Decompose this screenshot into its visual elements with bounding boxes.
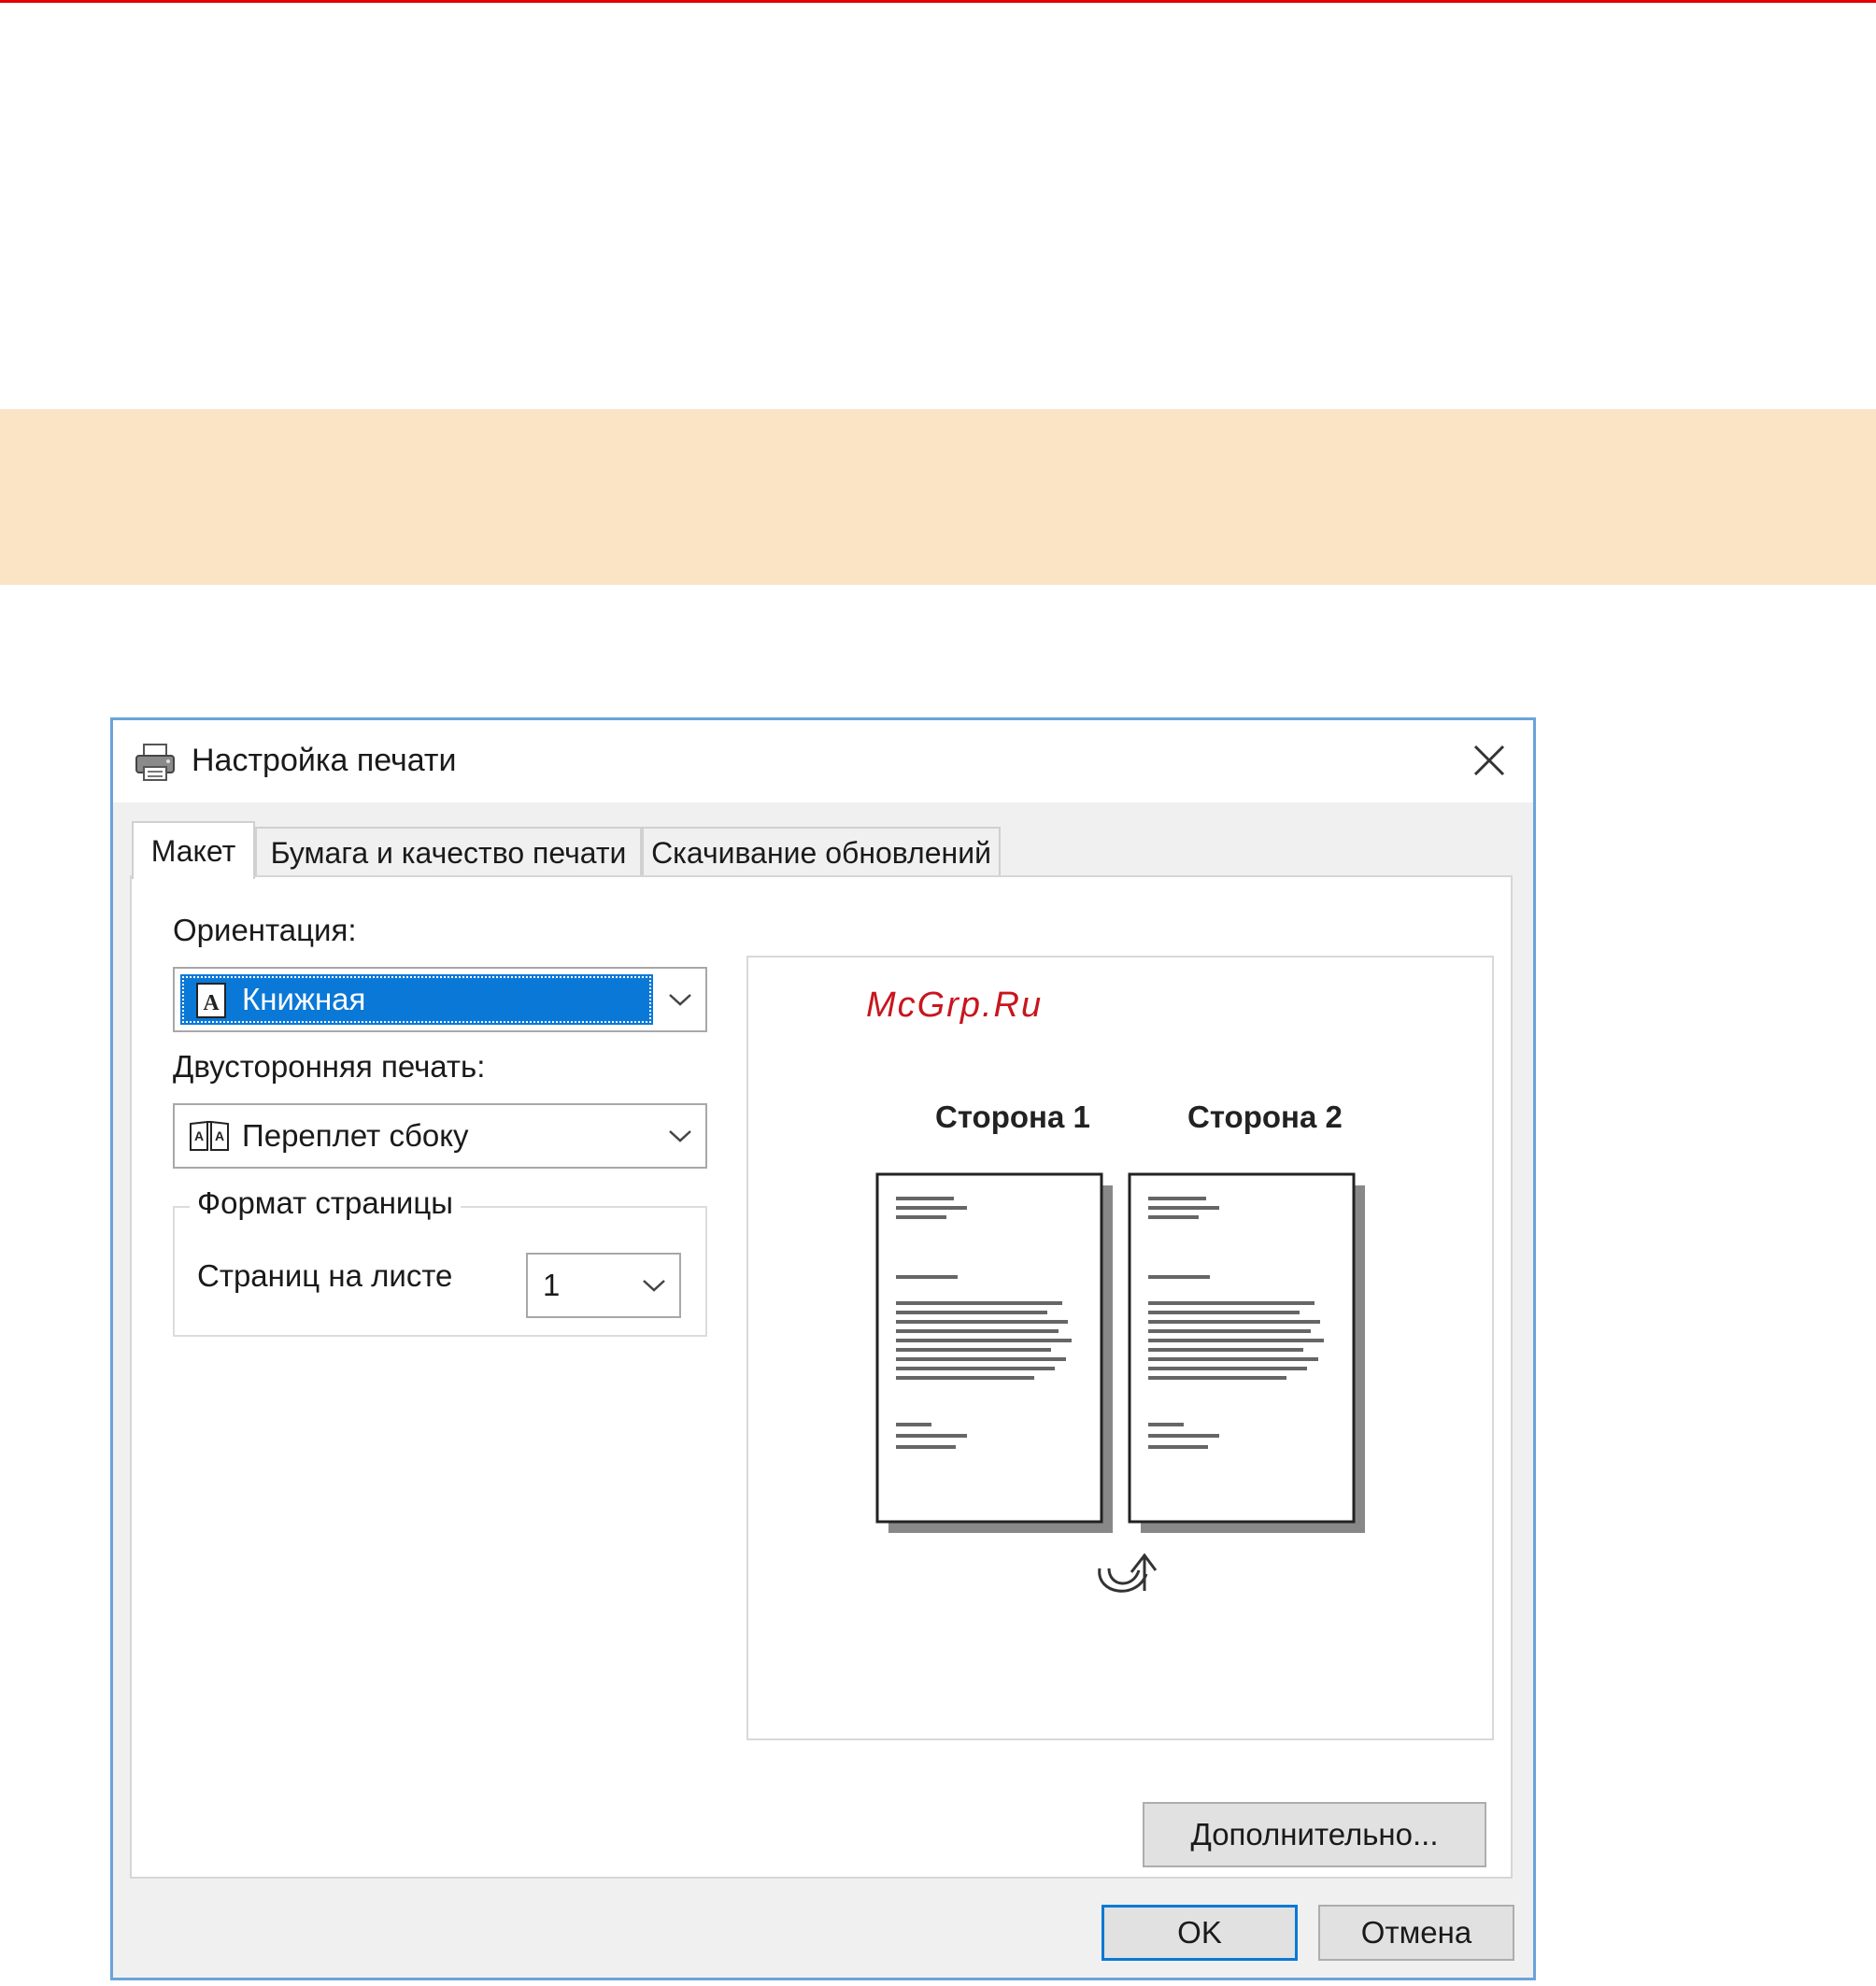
tab-download-updates[interactable]: Скачивание обновлений (642, 827, 1001, 877)
preview-area: McGrp.Ru Сторона 1 Сторона 2 (746, 956, 1494, 1740)
portrait-page-icon: A (196, 983, 226, 1018)
chevron-down-icon (643, 1280, 665, 1292)
printer-icon (135, 744, 175, 781)
watermark-text: McGrp.Ru (866, 986, 1044, 1025)
orientation-label: Ориентация: (173, 913, 357, 947)
duplex-preview-illustration (875, 1172, 1365, 1593)
pages-per-sheet-value: 1 (543, 1268, 561, 1302)
page-side2 (1128, 1172, 1365, 1533)
orientation-select[interactable]: A Книжная (173, 967, 707, 1032)
side2-label: Сторона 2 (1187, 1099, 1343, 1134)
close-button[interactable] (1462, 733, 1516, 787)
header-banner (0, 409, 1876, 585)
duplex-label: Двусторонняя печать: (173, 1049, 486, 1084)
book-icon: A A (190, 1120, 229, 1151)
chevron-down-icon (669, 994, 691, 1006)
svg-text:A: A (215, 1128, 224, 1143)
pages-per-sheet-select[interactable]: 1 (526, 1253, 681, 1318)
duplex-value: Переплет сбоку (242, 1118, 469, 1153)
dialog-titlebar[interactable]: Настройка печати (113, 720, 1533, 802)
pages-per-sheet-label: Страниц на листе (197, 1258, 453, 1293)
cancel-button[interactable]: Отмена (1318, 1905, 1514, 1961)
close-icon (1473, 745, 1505, 776)
top-red-line (0, 0, 1876, 3)
print-settings-dialog: Настройка печати Макет Бумага и качество… (110, 717, 1536, 1980)
svg-text:A: A (203, 991, 220, 1015)
page-format-title: Формат страницы (190, 1185, 461, 1221)
advanced-button[interactable]: Дополнительно... (1143, 1802, 1486, 1867)
svg-text:A: A (194, 1128, 204, 1143)
page-side1 (875, 1172, 1113, 1533)
side1-label: Сторона 1 (935, 1099, 1090, 1134)
duplex-select[interactable]: A A Переплет сбоку (173, 1103, 707, 1169)
tab-paper-quality[interactable]: Бумага и качество печати (255, 827, 642, 877)
tab-layout[interactable]: Макет (132, 821, 255, 879)
ok-button[interactable]: OK (1101, 1905, 1298, 1961)
chevron-down-icon (669, 1130, 691, 1142)
layout-panel: Ориентация: A Книжная Двусторонняя печат… (130, 875, 1513, 1879)
orientation-value: Книжная (242, 982, 366, 1016)
dialog-title: Настройка печати (192, 743, 457, 778)
flip-arrow-icon (1098, 1553, 1158, 1593)
